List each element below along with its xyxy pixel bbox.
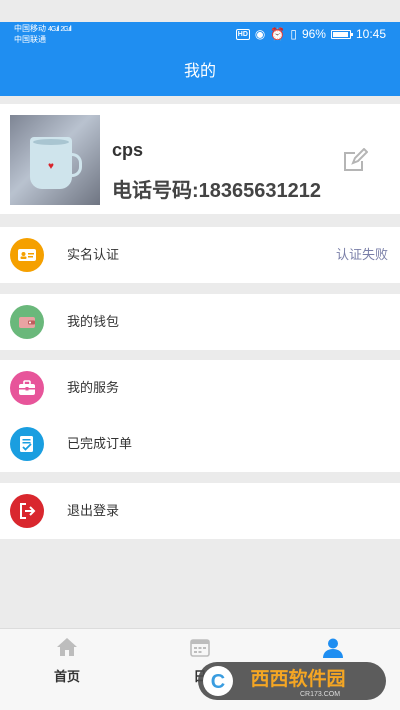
eye-icon: ◉	[254, 27, 266, 41]
svg-text:CR173.COM: CR173.COM	[300, 691, 340, 698]
avatar[interactable]: ♥	[10, 115, 100, 205]
alarm-icon: ⏰	[270, 27, 286, 41]
phone-number: 电话号码:18365631212	[112, 180, 322, 202]
vibrate-icon: ▯	[290, 27, 297, 41]
verify-section: 实名认证 认证失败	[0, 227, 400, 283]
wallet-icon	[10, 305, 44, 339]
hd-icon: HD	[235, 28, 250, 40]
menu-item-service[interactable]: 我的服务	[0, 360, 400, 416]
carrier-1: 中国移动	[14, 24, 46, 33]
status-right: HD ◉ ⏰ ▯ 96% 10:45	[235, 27, 386, 41]
profile-card[interactable]: ♥ cps 电话号码:18365631212	[0, 104, 400, 214]
clock: 10:45	[355, 27, 386, 41]
watermark-logo: C 西西软件园 CR173.COM	[198, 662, 386, 700]
svg-text:C: C	[211, 671, 225, 693]
user-icon	[323, 638, 343, 658]
tab-label-home: 首页	[53, 669, 80, 684]
id-card-icon	[10, 238, 44, 272]
edit-icon[interactable]	[342, 148, 368, 174]
wallet-section: 我的钱包	[0, 294, 400, 350]
menu-item-wallet[interactable]: 我的钱包	[0, 294, 400, 350]
page-title: 我的	[0, 48, 400, 96]
signal-icon-2: 2G.ıll	[60, 26, 71, 33]
username: cps	[112, 140, 144, 160]
briefcase-icon	[10, 371, 44, 405]
battery-icon	[330, 29, 353, 39]
carrier-info: 中国移动 4G.ıll 2G.ıll 中国联通	[14, 24, 72, 45]
service-section: 我的服务 已完成订单	[0, 360, 400, 472]
menu-label-wallet: 我的钱包	[67, 314, 120, 329]
logout-section: 退出登录	[0, 483, 400, 539]
status-bar: 中国移动 4G.ıll 2G.ıll 中国联通 HD ◉ ⏰ ▯ 96% 10:45	[0, 22, 400, 48]
menu-item-verify[interactable]: 实名认证 认证失败	[0, 227, 400, 283]
verify-status: 认证失败	[335, 247, 388, 262]
menu-label-verify: 实名认证	[67, 247, 120, 262]
carrier-2: 中国联通	[14, 35, 46, 44]
menu-label-logout: 退出登录	[67, 503, 120, 518]
heart-icon: ♥	[48, 161, 54, 172]
calendar-icon	[190, 639, 210, 657]
document-check-icon	[10, 427, 44, 461]
menu-item-logout[interactable]: 退出登录	[0, 483, 400, 539]
battery-percent: 96%	[301, 27, 326, 41]
logout-icon	[10, 494, 44, 528]
svg-text:西西软件园: 西西软件园	[250, 667, 345, 690]
menu-label-service: 我的服务	[67, 380, 120, 395]
menu-label-orders: 已完成订单	[67, 436, 133, 451]
menu-item-orders[interactable]: 已完成订单	[0, 416, 400, 472]
tab-home[interactable]: 首页	[37, 637, 97, 685]
signal-icon: 4G.ıll	[48, 26, 59, 33]
home-icon	[57, 638, 77, 656]
